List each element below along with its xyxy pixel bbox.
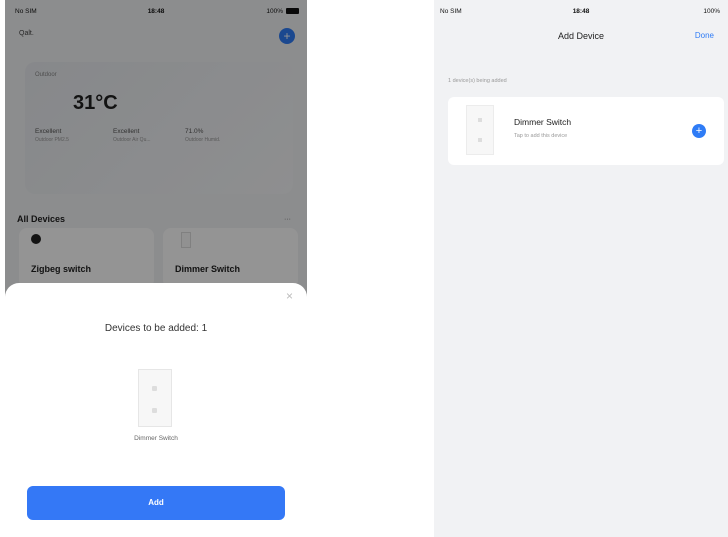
phone-screen-left: No SIM 18:48 100% Qalt. + Outdoor 31°C E… [5, 0, 307, 537]
time-label: 18:48 [572, 8, 590, 15]
device-row[interactable]: Dimmer Switch Tap to add this device + [448, 97, 724, 165]
page-title: Add Device [557, 31, 605, 41]
add-button[interactable]: Add [27, 486, 285, 520]
switch-button-top [152, 386, 157, 391]
dimmer-switch-image [466, 105, 494, 155]
dimmer-switch-image [138, 369, 172, 427]
close-icon[interactable]: × [286, 289, 293, 303]
sheet-device-name: Dimmer Switch [134, 435, 178, 442]
section-label: 1 device(s) being added [448, 78, 507, 84]
add-devices-sheet: × Devices to be added: 1 Dimmer Switch A… [5, 283, 307, 537]
switch-button-top [478, 118, 482, 122]
carrier-label: No SIM [440, 8, 462, 15]
phone-screen-right: No SIM 18:48 100% Add Device Done 1 devi… [434, 0, 728, 537]
sheet-title: Devices to be added: 1 [104, 323, 208, 334]
status-bar: No SIM 18:48 100% [434, 0, 728, 24]
done-button[interactable]: Done [695, 31, 714, 40]
switch-button-bottom [478, 138, 482, 142]
switch-button-bottom [152, 408, 157, 413]
device-subtitle: Tap to add this device [514, 133, 568, 139]
battery-percent: 100% [703, 8, 720, 15]
device-name: Dimmer Switch [514, 117, 572, 127]
add-device-icon[interactable]: + [692, 124, 706, 138]
